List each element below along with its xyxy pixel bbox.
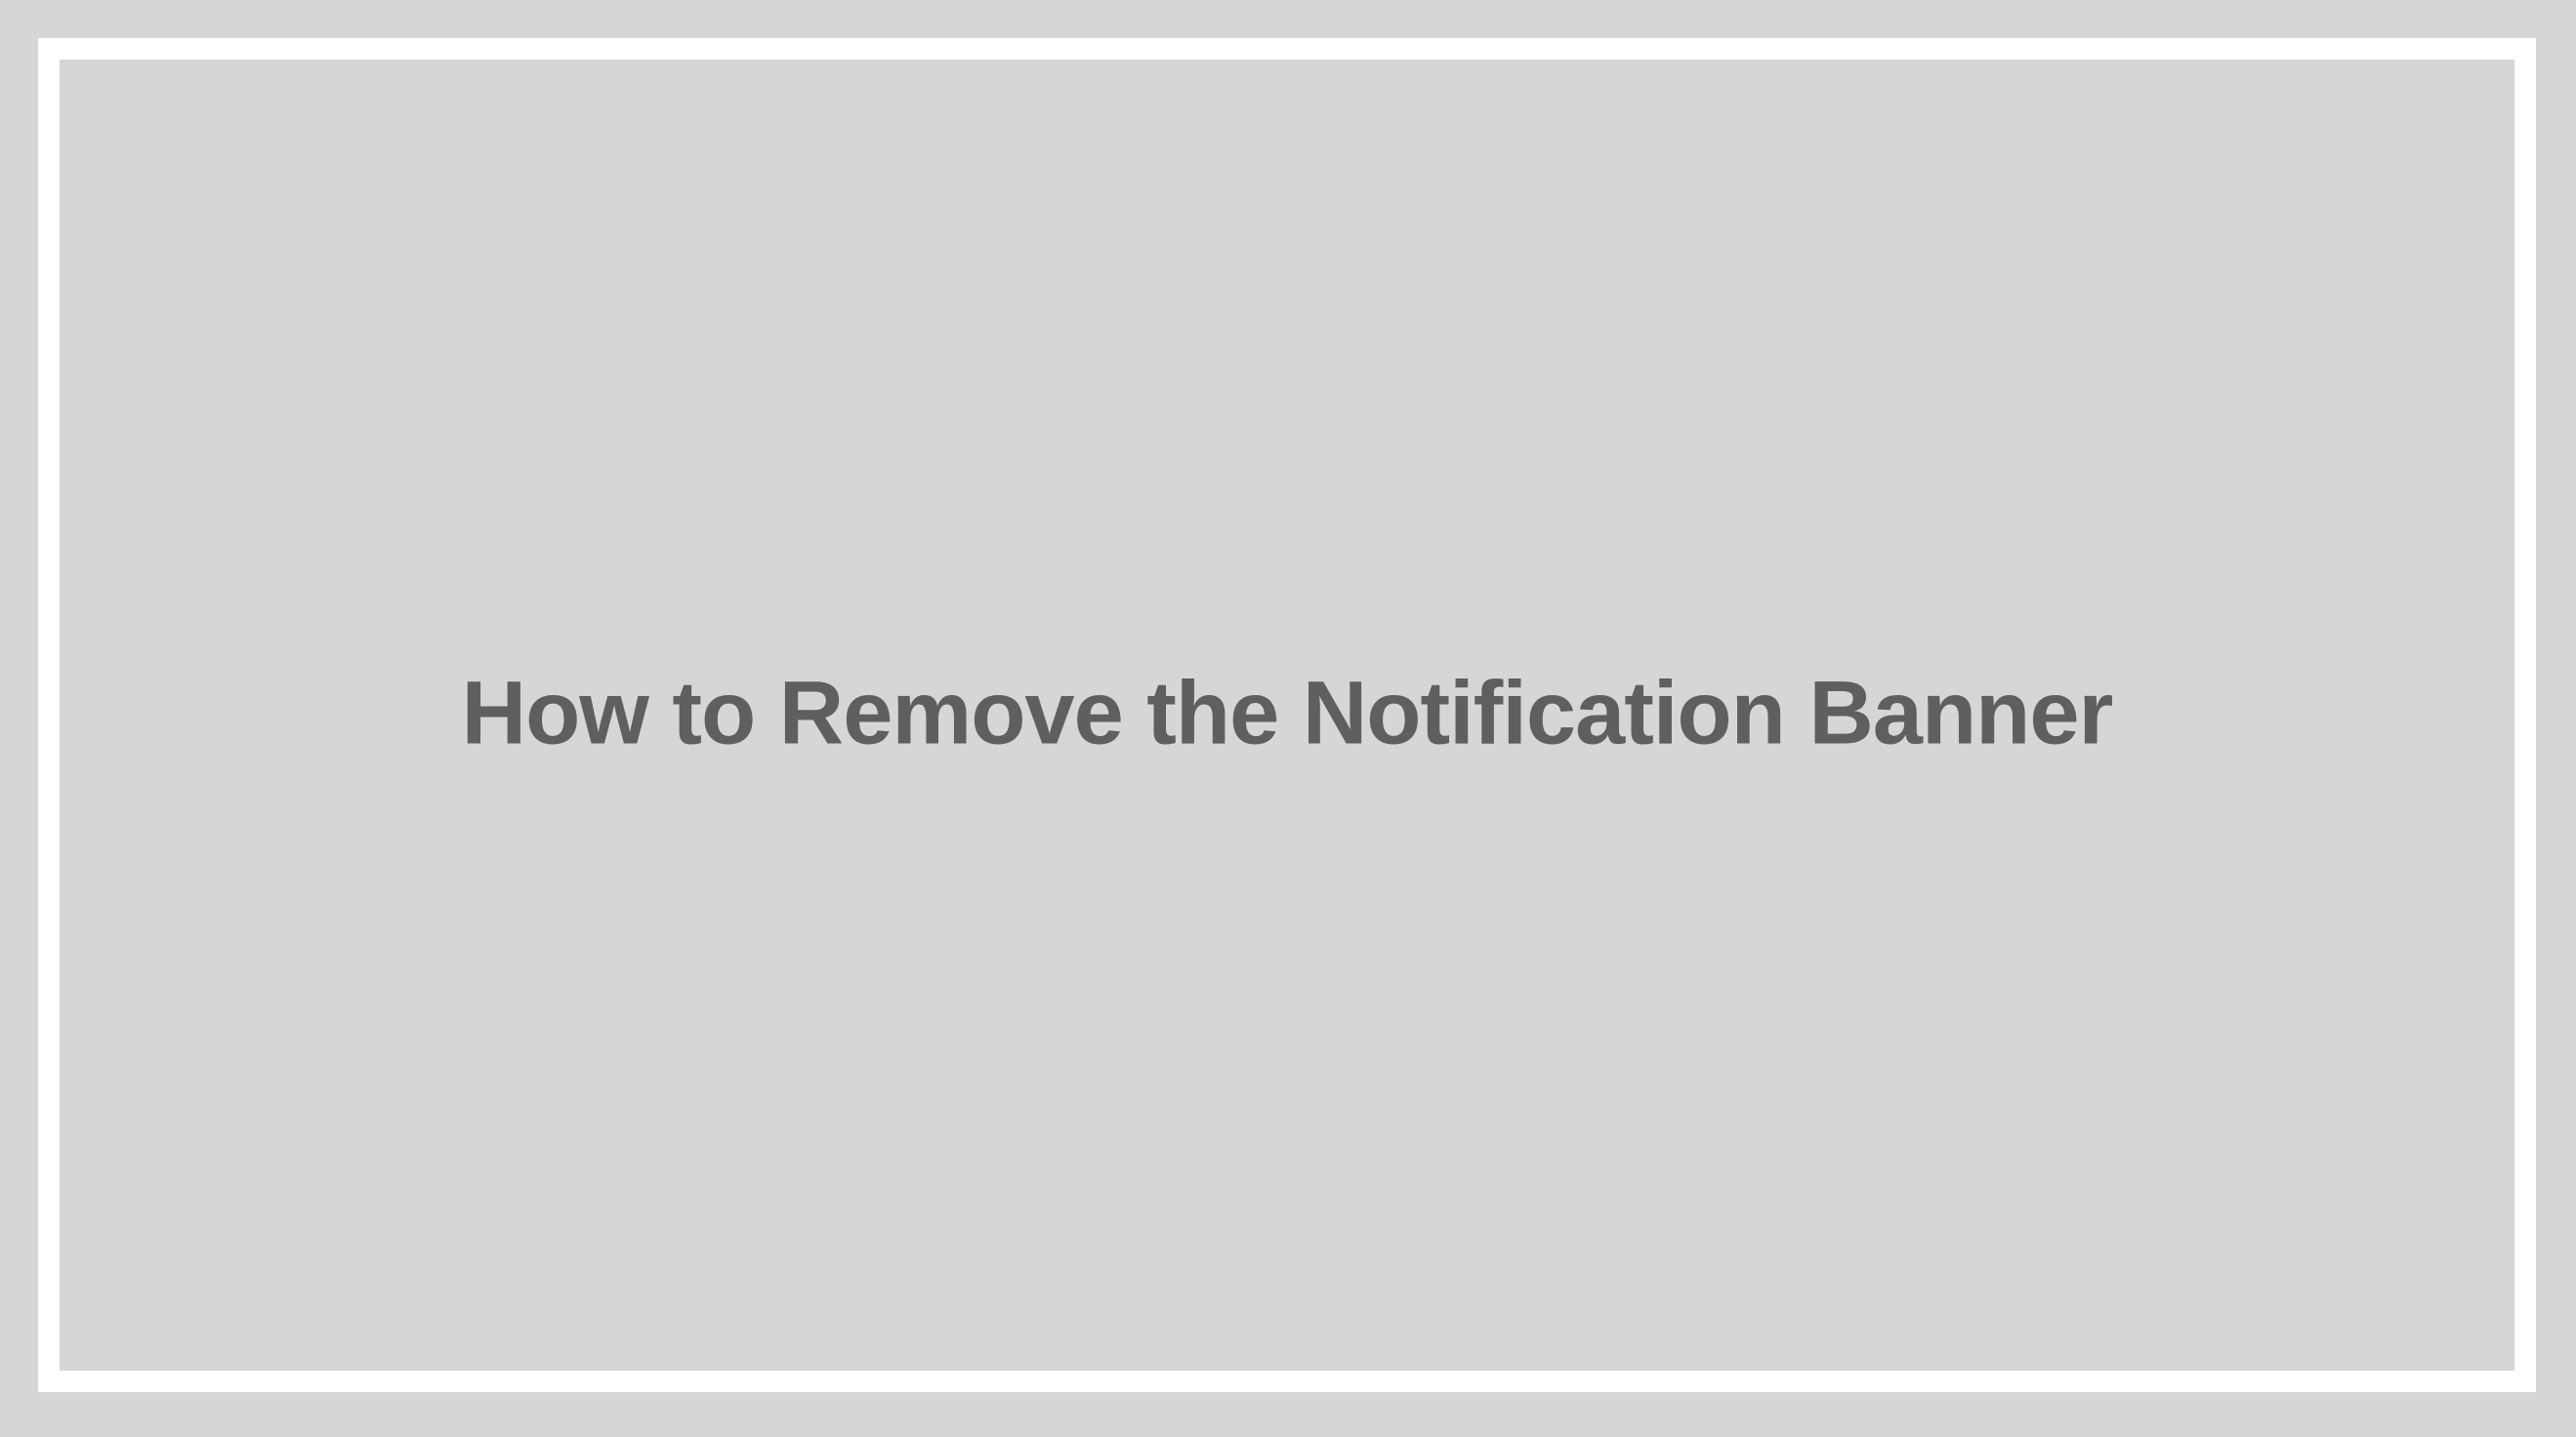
slide-title: How to Remove the Notification Banner [461,662,2114,762]
title-slide: How to Remove the Notification Banner [0,0,2576,1437]
slide-frame: How to Remove the Notification Banner [38,38,2536,1392]
